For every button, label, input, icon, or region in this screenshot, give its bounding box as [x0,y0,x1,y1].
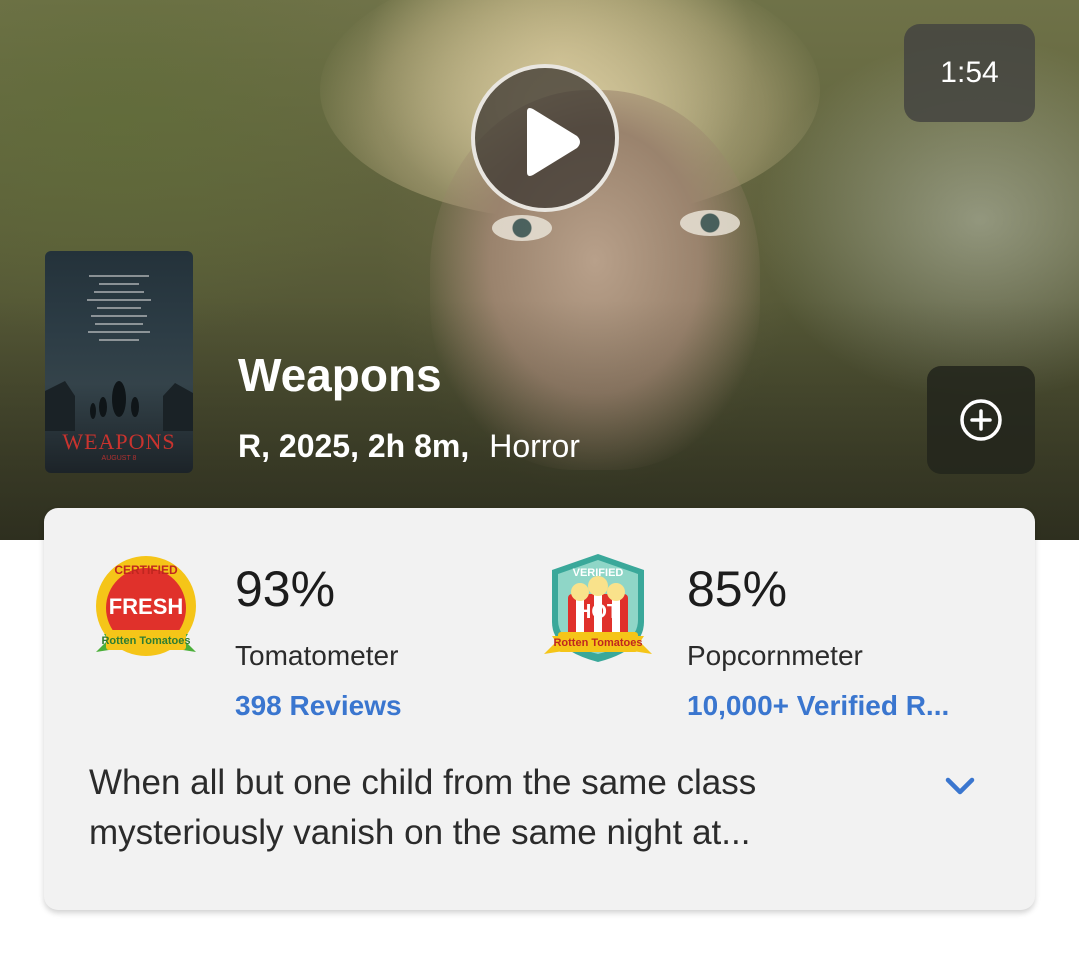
verified-hot-icon: VERIFIED HOT Rotten Tomatoes [544,554,652,662]
trailer-hero[interactable]: 1:54 WEAPONS AUGUST 8 Weapons R, 2025, 2… [0,0,1079,540]
synopsis-line: When all but one child from the same cla… [89,763,757,802]
badge-brand-text: Rotten Tomatoes [101,635,190,647]
badge-brand-text: Rotten Tomatoes [553,637,642,649]
tomatometer-percent: 93% [235,561,336,617]
movie-poster[interactable]: WEAPONS AUGUST 8 [45,251,193,473]
badge-top-text: VERIFIED [573,567,624,579]
add-to-watchlist-button[interactable] [927,366,1035,474]
play-trailer-button[interactable] [471,64,619,212]
popcornmeter-label: Popcornmeter [687,640,863,671]
hero-image-eye [680,210,740,236]
badge-top-text: CERTIFIED [114,563,178,577]
hero-image-eye [492,215,552,241]
poster-subtitle: AUGUST 8 [101,455,137,462]
score-card: CERTIFIED FRESH Rotten Tomatoes 93% Toma… [44,508,1035,910]
poster-title: WEAPONS [62,429,176,454]
popcornmeter-percent: 85% [687,561,788,617]
movie-rating-year-runtime: R, 2025, 2h 8m, [238,428,470,464]
poster-credits [87,269,151,347]
trailer-duration-badge: 1:54 [904,24,1035,122]
movie-meta: R, 2025, 2h 8m, Horror [238,428,580,465]
certified-fresh-icon: CERTIFIED FRESH Rotten Tomatoes [96,556,196,656]
chevron-down-icon [945,777,975,795]
expand-synopsis-button[interactable] [940,766,980,806]
tomatometer-label: Tomatometer [235,640,399,671]
movie-genre[interactable]: Horror [489,428,580,464]
play-icon [527,108,580,176]
synopsis-line: mysteriously vanish on the same night at… [89,813,751,852]
badge-main-text: HOT [577,601,619,623]
poster-silhouettes [45,381,193,431]
movie-title: Weapons [238,349,442,401]
add-circle-icon [960,399,1002,441]
tomatometer-reviews-link[interactable]: 398 Reviews [235,690,402,722]
synopsis[interactable]: When all but one child from the same cla… [89,758,909,858]
badge-main-text: FRESH [109,594,184,619]
popcornmeter-reviews-link[interactable]: 10,000+ Verified R... [687,690,949,722]
